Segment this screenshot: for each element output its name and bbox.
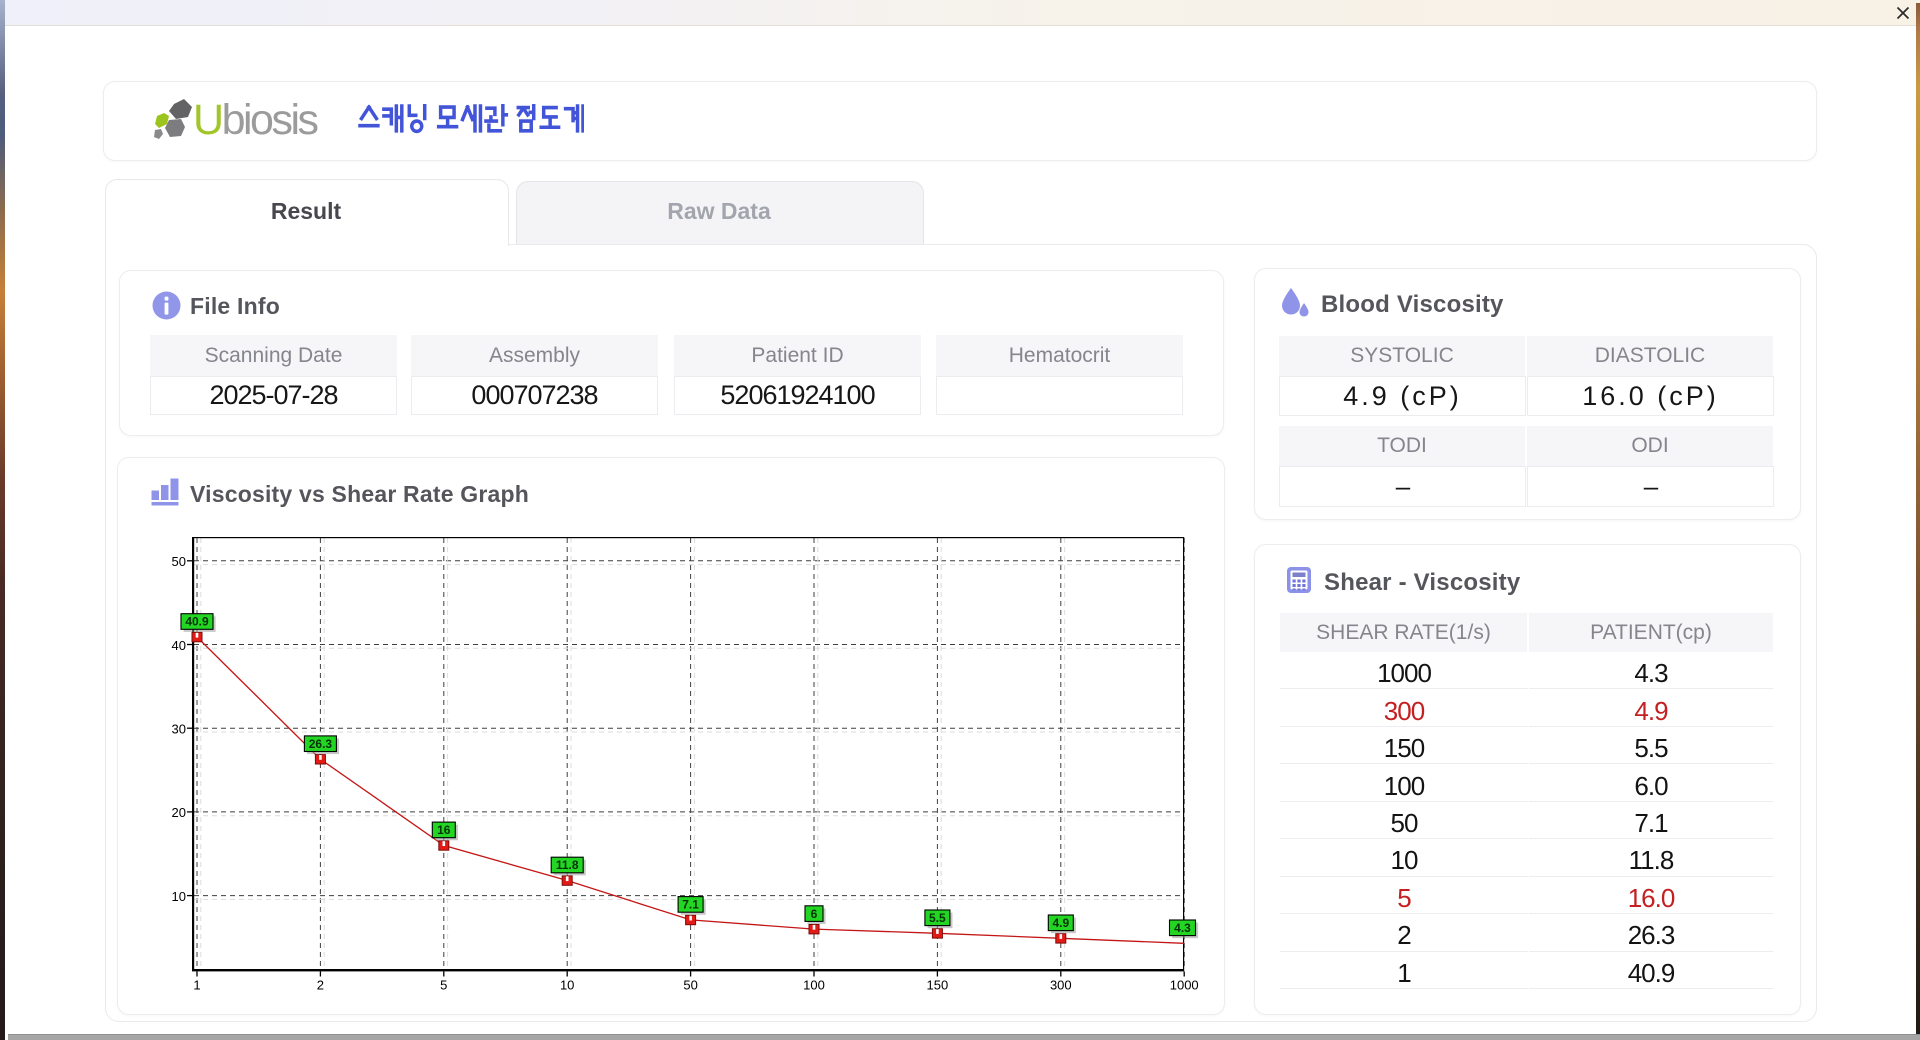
svg-text:150: 150 — [927, 978, 949, 993]
svg-text:4.3: 4.3 — [1174, 921, 1191, 935]
svg-text:2: 2 — [317, 978, 324, 993]
svg-text:16: 16 — [437, 823, 451, 837]
svg-text:26.3: 26.3 — [309, 737, 333, 751]
svg-text:7.1: 7.1 — [682, 898, 699, 912]
svg-text:50: 50 — [172, 554, 186, 569]
svg-text:30: 30 — [172, 722, 186, 737]
svg-text:11.8: 11.8 — [556, 858, 579, 872]
svg-text:1000: 1000 — [1170, 978, 1199, 993]
svg-text:100: 100 — [803, 978, 825, 993]
svg-text:40: 40 — [172, 638, 186, 653]
svg-text:4.9: 4.9 — [1052, 916, 1069, 930]
svg-text:20: 20 — [172, 805, 186, 820]
svg-text:6: 6 — [811, 907, 818, 921]
svg-text:10: 10 — [172, 889, 186, 904]
svg-text:50: 50 — [683, 978, 697, 993]
svg-text:40.9: 40.9 — [185, 615, 209, 629]
svg-text:1: 1 — [193, 978, 200, 993]
svg-text:5.5: 5.5 — [929, 911, 946, 925]
svg-text:300: 300 — [1050, 978, 1072, 993]
svg-text:5: 5 — [440, 978, 447, 993]
svg-text:10: 10 — [560, 978, 574, 993]
